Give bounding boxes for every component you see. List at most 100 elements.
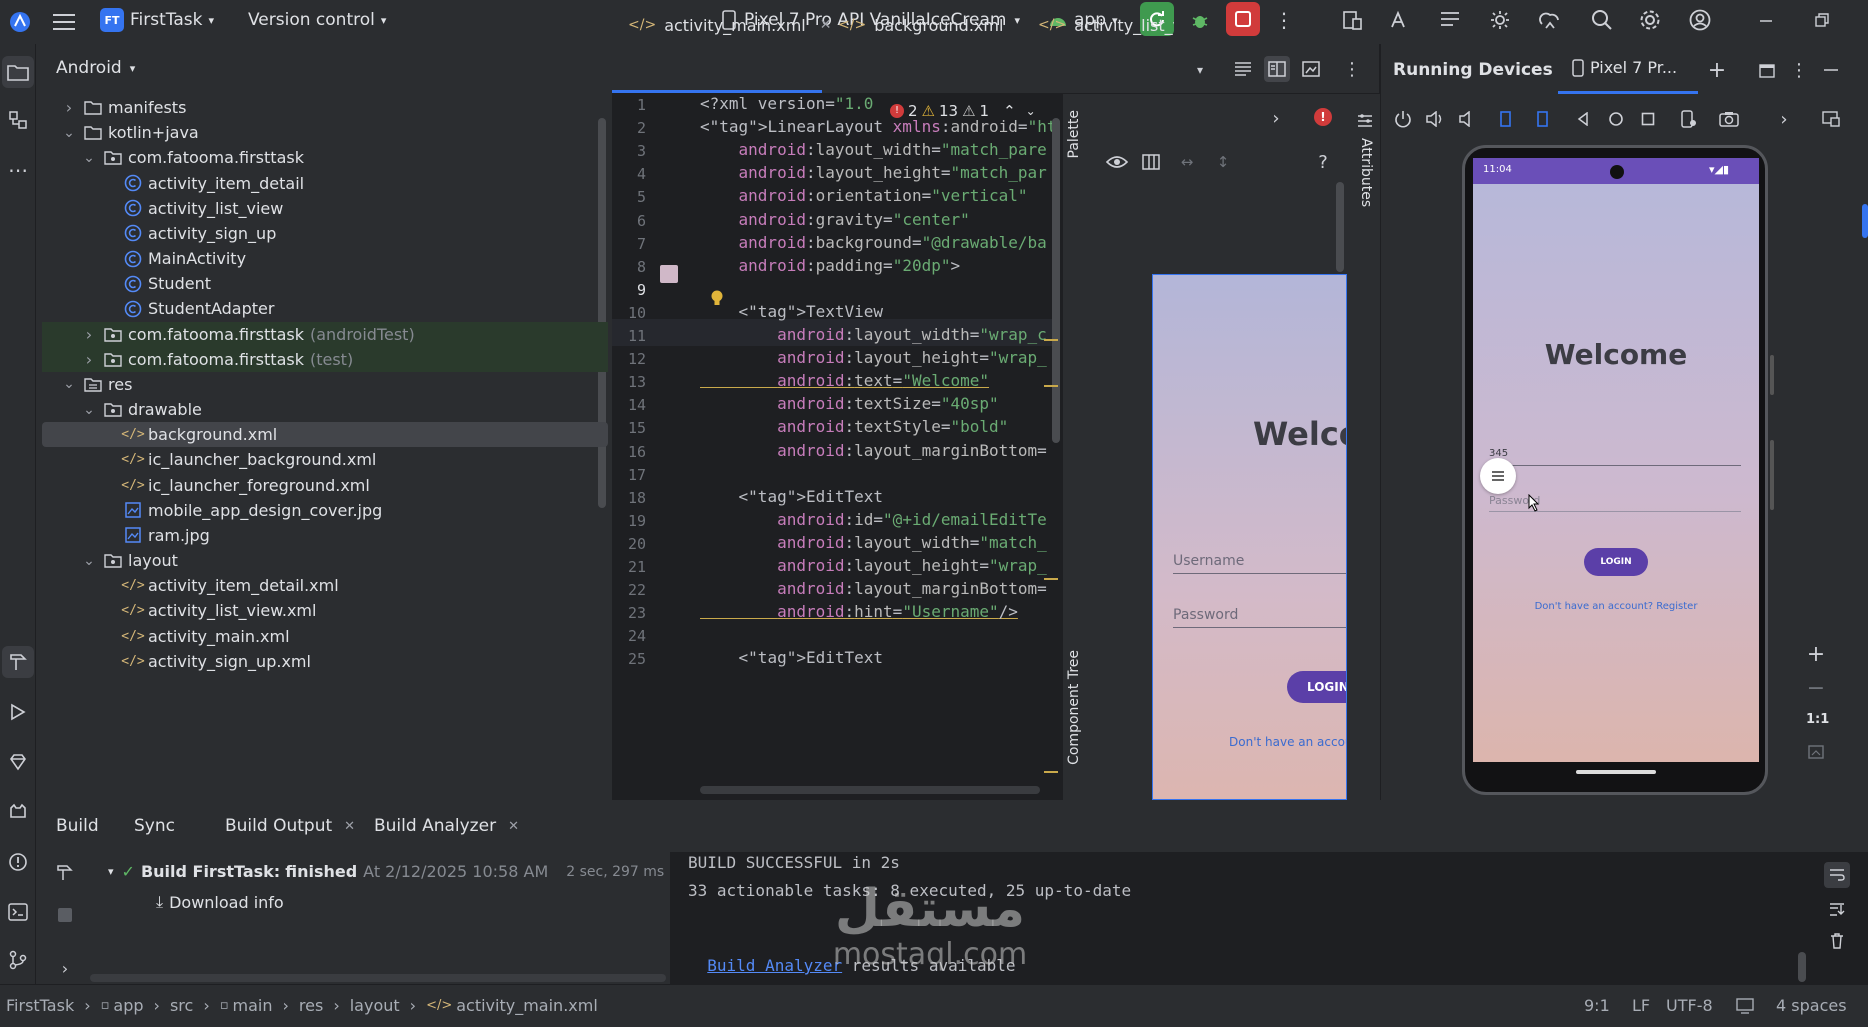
- blueprint-icon[interactable]: [1140, 150, 1162, 174]
- design-view-icon[interactable]: [1300, 58, 1322, 80]
- project-folder-icon[interactable]: [2, 56, 34, 88]
- next-highlight-icon[interactable]: ⌄: [1026, 104, 1036, 118]
- project-selector[interactable]: FT FirstTask ▾: [100, 0, 214, 40]
- file-encoding[interactable]: UTF-8: [1666, 984, 1713, 1027]
- chevron-down-icon[interactable]: ⌄: [82, 150, 96, 166]
- tree-item[interactable]: </> activity_item_detail.xml: [42, 573, 608, 598]
- tree-item[interactable]: ⌄ layout: [42, 548, 608, 573]
- more-tools-icon[interactable]: ⋯: [4, 156, 32, 184]
- line-separator[interactable]: LF: [1632, 984, 1650, 1027]
- problems-icon[interactable]: [4, 848, 32, 876]
- device-frame-icon[interactable]: [1820, 108, 1842, 130]
- chevron-down-icon[interactable]: ⌄: [62, 376, 76, 392]
- stop-build-icon[interactable]: [58, 908, 72, 922]
- restore-window-icon[interactable]: [1808, 6, 1836, 34]
- expand-icon[interactable]: ›: [56, 958, 74, 978]
- tree-item[interactable]: ram.jpg: [42, 523, 608, 548]
- logcat-icon[interactable]: [4, 798, 32, 826]
- rotate-right-icon[interactable]: [1530, 108, 1552, 130]
- chevron-right-icon[interactable]: ›: [82, 325, 96, 344]
- help-icon[interactable]: ?: [1312, 150, 1334, 174]
- device-register-link[interactable]: Don't have an account? Register: [1473, 601, 1759, 612]
- tree-item[interactable]: ⌄ com.fatooma.firsttask: [42, 145, 608, 170]
- tab-build[interactable]: Build: [56, 800, 99, 852]
- code-editor[interactable]: <?xml version="1.0 <"tag">LinearLayout xm…: [612, 94, 1060, 800]
- tree-item[interactable]: activity_item_detail: [42, 171, 608, 196]
- overview-icon[interactable]: [1637, 108, 1659, 130]
- lightbulb-icon[interactable]: [708, 288, 726, 308]
- run-tool-icon[interactable]: [4, 698, 32, 726]
- tree-item[interactable]: </> activity_sign_up.xml: [42, 649, 608, 674]
- tree-item[interactable]: activity_list_view: [42, 196, 608, 221]
- tab-background-xml[interactable]: </> background.xml: [838, 0, 1003, 50]
- tree-item[interactable]: </> ic_launcher_background.xml: [42, 447, 608, 472]
- preview-scrollbar[interactable]: [1336, 182, 1344, 272]
- device-username-input[interactable]: 345: [1489, 448, 1741, 466]
- tree-item[interactable]: ⌄ kotlin+java: [42, 120, 608, 145]
- home-icon[interactable]: [1605, 108, 1627, 130]
- attributes-icon[interactable]: [1354, 110, 1376, 132]
- tab-activity-list-view[interactable]: </> activity_list_vi: [1038, 0, 1174, 50]
- breadcrumb-item[interactable]: main: [233, 996, 273, 1015]
- tab-sync[interactable]: Sync: [134, 800, 175, 852]
- chevron-right-icon[interactable]: ›: [62, 98, 76, 117]
- output-scrollbar[interactable]: [1798, 952, 1806, 982]
- build-hammer-icon[interactable]: [2, 646, 34, 678]
- chevron-down-icon[interactable]: ⌄: [82, 553, 96, 569]
- tab-build-analyzer[interactable]: Build Analyzer ✕: [374, 800, 519, 852]
- more-actions-icon[interactable]: ⋮: [1274, 6, 1294, 34]
- scroll-to-end-icon[interactable]: [1826, 898, 1848, 920]
- inspection-widget[interactable]: ! 2 ⚠ 13 ⚠ 1 ⌃ ⌄: [890, 102, 1042, 120]
- translate-icon[interactable]: [1386, 6, 1414, 34]
- screenshot-camera-icon[interactable]: [1718, 108, 1740, 130]
- tree-item[interactable]: › com.fatooma.firsttask (test): [42, 346, 608, 372]
- add-device-icon[interactable]: +: [1706, 58, 1728, 83]
- code-view-icon[interactable]: [1232, 58, 1254, 80]
- breadcrumb-item[interactable]: res: [299, 996, 323, 1015]
- tree-item[interactable]: ⌄ drawable: [42, 397, 608, 422]
- sync-icon[interactable]: [1536, 6, 1564, 34]
- editor-more-icon[interactable]: ⋮: [1343, 58, 1361, 80]
- chevron-right-icon[interactable]: ›: [82, 350, 96, 369]
- structure-icon[interactable]: [4, 106, 32, 134]
- download-info-row[interactable]: ⤓ Download info: [156, 892, 284, 912]
- editor-scrollbar[interactable]: [1052, 118, 1060, 443]
- tree-item[interactable]: Student: [42, 271, 608, 296]
- zoom-in-icon[interactable]: +: [1804, 642, 1828, 667]
- close-tab-icon[interactable]: ✕: [508, 819, 519, 834]
- settings-gear-icon[interactable]: [1636, 6, 1664, 34]
- back-icon[interactable]: [1572, 108, 1594, 130]
- power-icon[interactable]: [1392, 108, 1414, 130]
- tree-item[interactable]: StudentAdapter: [42, 296, 608, 321]
- tree-item[interactable]: MainActivity: [42, 246, 608, 271]
- zoom-fit-icon[interactable]: [1806, 742, 1826, 762]
- breadcrumb-item[interactable]: FirstTask: [6, 996, 74, 1015]
- chevron-down-icon[interactable]: ⌄: [62, 125, 76, 141]
- tree-item[interactable]: </> activity_main.xml: [42, 624, 608, 649]
- floating-menu-icon[interactable]: [1480, 458, 1516, 494]
- soft-wrap-icon[interactable]: [1824, 862, 1850, 888]
- device-manager-icon[interactable]: [1338, 6, 1366, 34]
- project-view-selector[interactable]: Android ▾: [56, 58, 135, 78]
- panel-more-icon[interactable]: ⋮: [1790, 58, 1808, 82]
- close-tab-icon[interactable]: ✕: [344, 819, 355, 834]
- tree-item[interactable]: activity_sign_up: [42, 221, 608, 246]
- split-view-icon[interactable]: [1264, 56, 1290, 82]
- volume-down-icon[interactable]: [1456, 108, 1478, 130]
- device-tab-pixel[interactable]: Pixel 7 Pr...: [1572, 58, 1677, 77]
- chevron-down-icon[interactable]: ⌄: [82, 402, 96, 418]
- debug-icon[interactable]: [1186, 6, 1214, 34]
- design-canvas[interactable]: Welco Username Password LOGIN Don't have…: [1152, 274, 1347, 800]
- error-badge-icon[interactable]: !: [1314, 108, 1332, 126]
- eye-icon[interactable]: [1104, 150, 1130, 174]
- color-swatch[interactable]: [660, 265, 678, 283]
- prev-highlight-icon[interactable]: ⌃: [1003, 102, 1016, 120]
- palette-tab[interactable]: Palette: [1066, 110, 1082, 159]
- layout-inspector-icon[interactable]: [1436, 6, 1464, 34]
- tree-item[interactable]: </> background.xml: [42, 422, 608, 448]
- breadcrumb-item[interactable]: app: [113, 996, 143, 1015]
- chevron-right-icon[interactable]: ›: [1776, 108, 1792, 130]
- editor-horizontal-scrollbar[interactable]: [700, 786, 1040, 794]
- build-tree-scrollbar[interactable]: [90, 974, 666, 982]
- maximize-panel-icon[interactable]: [1756, 60, 1778, 82]
